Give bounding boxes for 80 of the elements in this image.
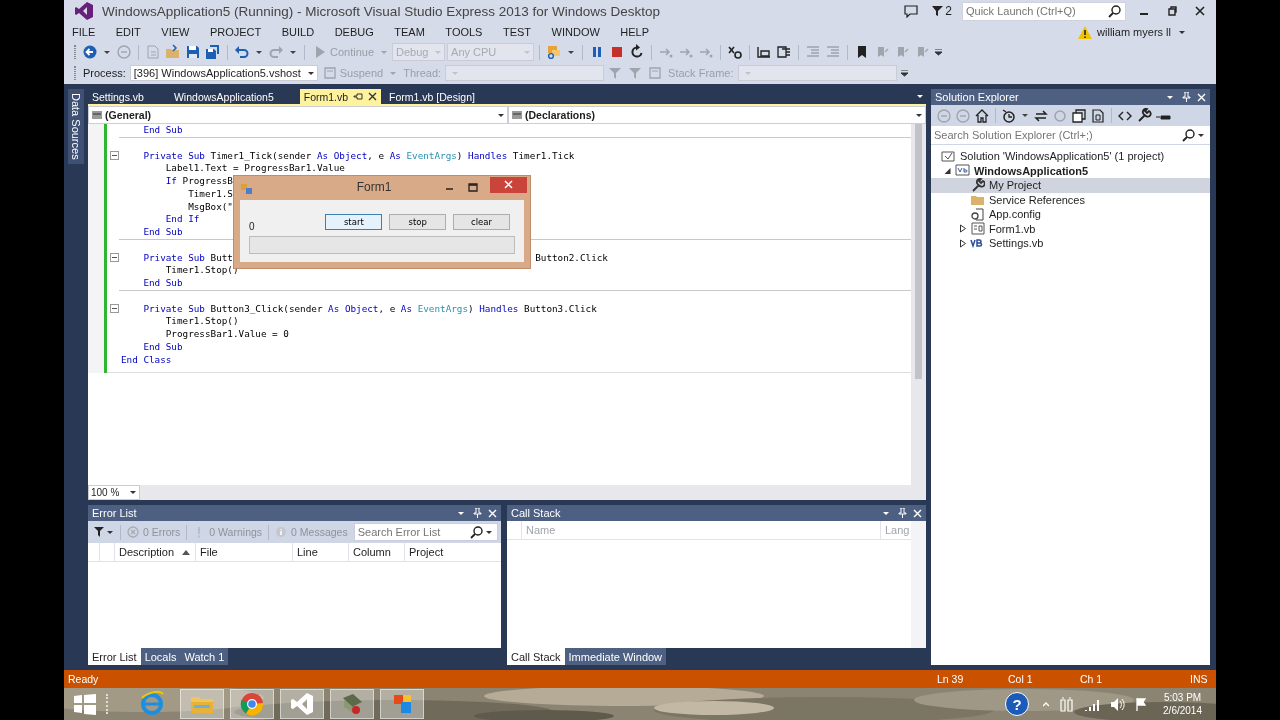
menu-item[interactable]: BUILD [281,26,315,38]
menu-item[interactable]: FILE [72,26,96,38]
panel-tab[interactable]: Watch 1 [180,648,229,665]
code-line: Label1.Text = ProgressBar1.Value [164,162,345,175]
tree-item[interactable]: App.config [931,207,1210,222]
status-text: Ln 39 [937,673,965,685]
menu-item[interactable]: PROJECT [209,26,262,38]
panel-tab[interactable]: Immediate Window [564,648,667,665]
menu-item[interactable]: VIEW [161,26,190,38]
tree-item[interactable]: Form1.vb [931,221,1210,236]
panel-tab[interactable]: Call Stack [507,648,565,665]
member-dropdown[interactable]: (Declarations) [508,106,926,124]
tree-item[interactable]: Settings.vb [931,236,1210,251]
menu-item[interactable]: TEST [502,26,532,38]
notifications-button[interactable]: 2 [932,4,952,18]
toolbar-label: Stack Frame: [668,67,734,79]
document-tab[interactable]: Form1.vb [299,89,382,104]
code-line: Timer1.Stop() [164,264,239,277]
code-line: End Sub [142,226,183,239]
dropdown[interactable]: [396] WindowsApplication5.vshost [129,65,318,81]
menu-item[interactable]: EDIT [115,26,141,38]
code-line: Private Sub Timer1_Tick(sender As Object, e As EventArgs) Handles Timer1.Tick [142,149,575,163]
tree-item[interactable]: Service References [931,192,1210,207]
member-dropdown[interactable]: (General) [88,106,508,124]
code-line: End Sub [142,277,183,290]
column-header[interactable]: Column [349,543,405,561]
window-title: Form1 [356,180,392,194]
column-header[interactable]: Project [405,543,501,561]
code-line: Button2.Click [535,251,608,265]
status-text: Ready [68,673,100,685]
menu-item[interactable]: TEAM [394,26,425,38]
tree-item[interactable]: My Project [931,178,1210,193]
clock[interactable]: 5:03 PM 2/6/2014 [1163,691,1202,717]
tree-item[interactable]: Solution 'WindowsApplication5' (1 project) [931,149,1210,164]
status-text: INS [1190,673,1208,685]
status-text: Col 1 [1008,673,1034,685]
column-header[interactable]: File [196,543,293,561]
form-button[interactable]: start [325,214,383,230]
form-button[interactable]: clear [453,214,510,230]
form-button[interactable]: stop [389,214,447,230]
document-tab[interactable]: WindowsApplication5 [169,89,278,104]
column-header[interactable]: Line [293,543,349,561]
search-box[interactable]: Search Error List [353,523,498,541]
panel-title: Solution Explorer [935,91,1019,103]
code-line: End If [164,213,200,226]
toolbar-label: Process: [83,67,126,79]
status-text: Ch 1 [1080,673,1104,685]
code-line: End Sub [142,124,183,137]
side-tab[interactable]: Data Sources [68,89,84,164]
menu-item[interactable]: TOOLS [445,26,483,38]
menu-item[interactable]: DEBUG [334,26,374,38]
quick-launch-field[interactable]: Quick Launch (Ctrl+Q) [963,5,1108,17]
search-field[interactable]: Search Solution Explorer (Ctrl+;) [931,129,1182,141]
search-field[interactable]: Search Error List [354,526,470,538]
code-line: Timer1.S [187,187,233,201]
quick-launch-box[interactable]: Quick Launch (Ctrl+Q) [962,1,1126,21]
account-button[interactable]: william myers ll [1078,25,1188,39]
search-box[interactable]: Search Solution Explorer (Ctrl+;) [931,126,1210,145]
panel-tab[interactable]: Error List [88,648,141,665]
panel-title: Error List [92,507,137,519]
value-label: 0 [249,220,256,232]
document-tab[interactable]: Settings.vb [88,89,148,104]
code-line: Timer1.Stop() [164,315,239,328]
code-line: End Sub [142,340,183,354]
window-title: WindowsApplication5 (Running) - Microsoft Visual Studio Express 2013 for Windows Desktop [102,3,660,19]
panel-title: Call Stack [511,507,561,519]
panel-tab[interactable]: Locals [140,648,181,665]
code-line: ProgressBar1.Value = 0 [164,328,289,341]
code-line: If ProgressB [164,175,233,188]
toolbar-label: Thread: [403,67,442,79]
document-tab[interactable]: Form1.vb [Design] [385,89,479,104]
code-line: MsgBox(" [187,200,233,214]
tree-item[interactable]: WindowsApplication5 [931,163,1210,178]
code-line: Private Sub Butt [142,251,233,265]
code-line: End Class [121,353,172,367]
zoom-dropdown[interactable]: 100 % [88,485,140,500]
code-line: Private Sub Button3_Click(sender As Object, e As EventArgs) Handles Button3.Click [142,302,597,316]
menu-item[interactable]: HELP [620,26,650,38]
column-header[interactable]: Description [115,543,196,561]
menu-item[interactable]: WINDOW [551,26,600,38]
